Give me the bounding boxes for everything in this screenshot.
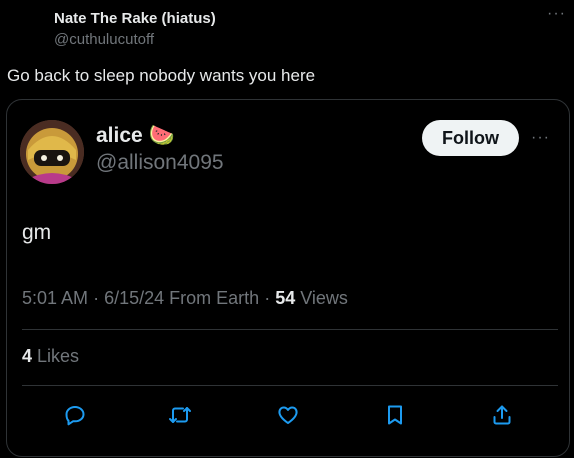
retweet-button[interactable] xyxy=(163,398,197,432)
avatar[interactable] xyxy=(20,120,84,184)
outer-author-name[interactable]: Nate The Rake (hiatus) xyxy=(54,10,216,27)
more-icon[interactable]: ··· xyxy=(547,6,566,22)
divider xyxy=(22,385,558,386)
quoted-tweet-card[interactable]: alice 🍉 @allison4095 Follow ··· gm 5:01 … xyxy=(6,99,570,457)
share-button[interactable] xyxy=(485,398,519,432)
quoted-author-name[interactable]: alice 🍉 xyxy=(96,124,175,148)
share-icon xyxy=(493,405,511,425)
divider xyxy=(22,329,558,330)
retweet-icon xyxy=(169,407,191,423)
bookmark-button[interactable] xyxy=(378,398,412,432)
likes-count-link[interactable]: 4 Likes xyxy=(22,346,79,367)
like-button[interactable] xyxy=(271,398,305,432)
tweet-time[interactable]: 5:01 AM xyxy=(22,288,88,308)
follow-button[interactable]: Follow xyxy=(422,120,519,156)
outer-tweet-text: Go back to sleep nobody wants you here xyxy=(7,66,316,85)
likes-count: 4 xyxy=(22,346,33,366)
views-label: Views xyxy=(300,288,348,308)
quoted-author-handle[interactable]: @allison4095 xyxy=(96,151,224,175)
tweet-date[interactable]: 6/15/24 xyxy=(104,288,164,308)
quoted-tweet-text: gm xyxy=(22,221,52,244)
likes-label: Likes xyxy=(37,346,80,366)
tweet-source: From Earth xyxy=(169,288,260,308)
outer-author-handle[interactable]: @cuthulucutoff xyxy=(54,31,154,48)
views-count: 54 xyxy=(275,288,296,308)
tweet-meta: 5:01 AM · 6/15/24 From Earth · 54 Views xyxy=(22,288,348,308)
like-icon xyxy=(278,406,298,424)
watermelon-emoji: 🍉 xyxy=(148,124,175,147)
bookmark-icon xyxy=(388,405,402,425)
reply-icon xyxy=(65,406,85,426)
outer-tweet-header: Nate The Rake (hiatus) @cuthulucutoff ··… xyxy=(0,0,574,60)
reply-button[interactable] xyxy=(58,398,92,432)
more-icon[interactable]: ··· xyxy=(531,130,550,146)
